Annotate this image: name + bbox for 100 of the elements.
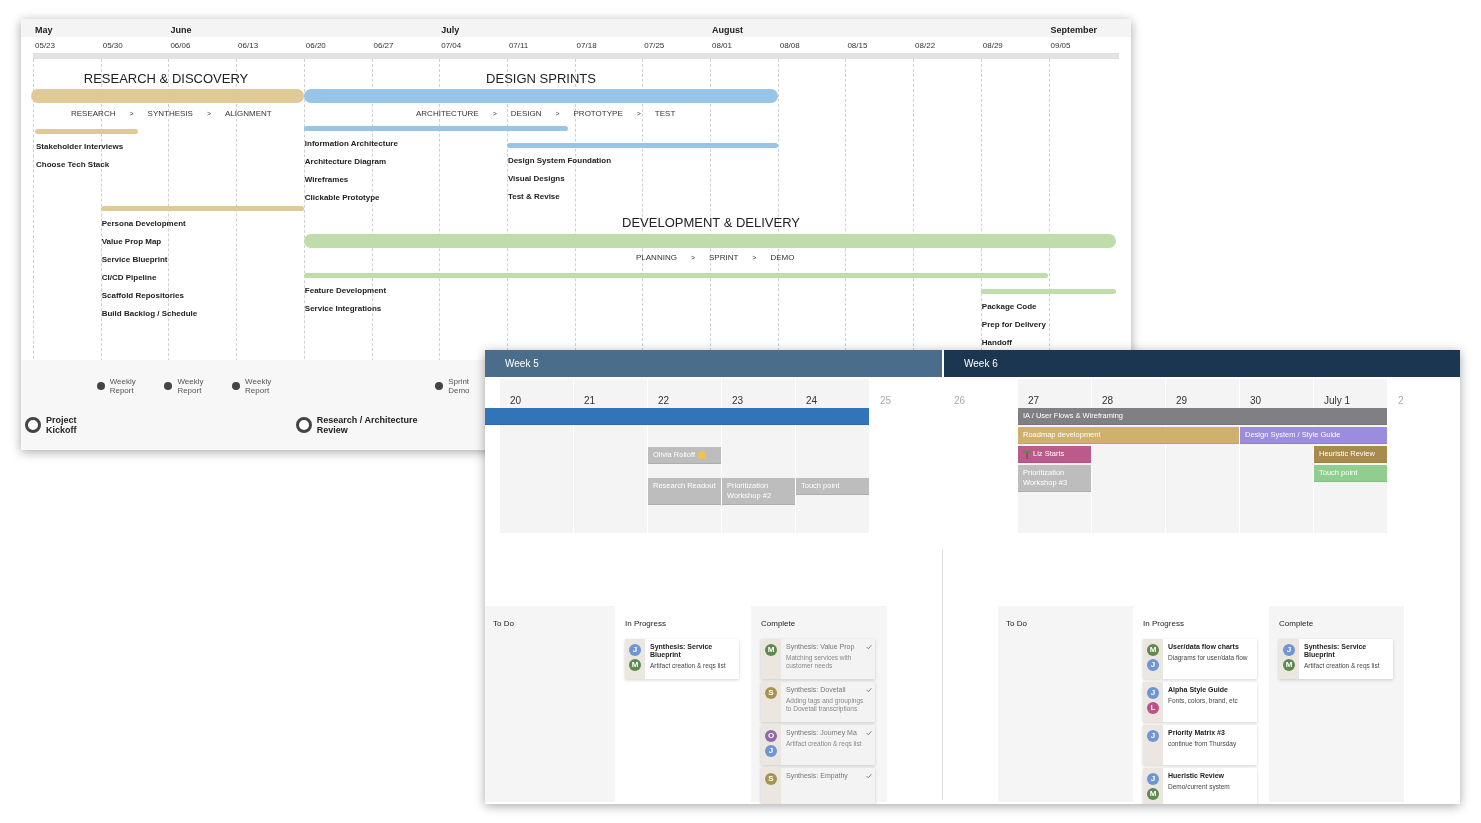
avatar: S [765,773,777,785]
calendar-event[interactable] [485,408,869,425]
column-title: To Do [493,618,515,630]
step-label: PROTOTYPE [573,108,623,120]
avatar: J [1147,659,1159,671]
task-label: Service Integrations [304,303,382,315]
step-label: DEMO [770,252,795,264]
task-label: Choose Tech Stack [36,159,110,171]
step-label: ARCHITECTURE [416,108,479,120]
milestone-label: Weekly Report [177,377,205,395]
task-label: Build Backlog / Schedule [101,308,198,320]
week-date: 08/29 [982,40,1003,52]
task-label: CI/CD Pipeline [101,272,157,284]
task-label: Wireframes [304,174,349,186]
column-title: Complete [1279,618,1315,630]
avatar: J [1283,644,1295,656]
week-date: 06/20 [305,40,326,52]
step-label: SYNTHESIS [147,108,193,120]
column-title: In Progress [1143,618,1185,630]
week-date: 08/01 [712,40,733,52]
day-label: 23 [732,395,744,406]
task-label: Stakeholder Interviews [36,141,124,153]
month-label: June [170,24,192,37]
day-label: 25 [880,395,892,406]
step-label: ALIGNMENT [225,108,272,120]
step-label: DESIGN [510,108,542,120]
task-label: Service Blueprint [101,254,168,266]
check-icon [866,773,872,779]
week-date: 08/15 [847,40,868,52]
week-date: 06/27 [373,40,394,52]
task-label: Test & Revise [507,191,560,203]
week-date: 08/22 [915,40,936,52]
week-date: 06/06 [170,40,191,52]
task-label: Architecture Diagram [304,156,387,168]
check-icon [866,687,872,693]
column-title: To Do [1006,618,1028,630]
task-label: Clickable Prototype [304,192,380,204]
avatar: M [765,644,777,656]
palm-tree-icon [1023,450,1031,459]
step-label: PLANNING [636,252,677,264]
day-label: 22 [658,395,670,406]
task-label: Scaffold Repositories [101,290,184,302]
week-date: 08/08 [779,40,800,52]
phase-title: DESIGN SPRINTS [486,70,596,88]
milestone-label: Weekly Report [245,377,273,395]
week-date: 07/18 [576,40,597,52]
avatar: M [1283,659,1295,671]
week-header: Week 5 [485,350,942,377]
day-label: 2 [1398,395,1404,406]
avatar: M [1147,644,1159,656]
check-icon [866,730,872,736]
day-label: 27 [1028,395,1040,406]
emoji-icon [697,451,706,459]
day-label: 21 [584,395,596,406]
step-label: RESEARCH [71,108,116,120]
week-date: 06/13 [238,40,259,52]
week-header: Week 6 [942,350,1460,377]
day-label: 20 [510,395,522,406]
task-label: Handoff [981,337,1012,349]
week-date: 05/30 [102,40,123,52]
avatar: S [765,687,777,699]
avatar: J [765,745,777,757]
milestone-label: Research / Architecture Review [316,415,419,435]
task-label: Prep for Delivery [981,319,1046,331]
milestone-label: Project Kickoff [46,415,78,435]
column-title: In Progress [625,618,667,630]
phase-title: RESEARCH & DISCOVERY [83,70,249,88]
milestone-label: Weekly Report [109,377,137,395]
milestone-label: Sprint Demo [448,377,471,395]
day-label: 30 [1250,395,1262,406]
task-label: Visual Designs [507,173,565,185]
day-label: 24 [806,395,818,406]
month-label: May [35,24,53,37]
avatar: J [1147,773,1159,785]
task-label: Feature Development [304,285,387,297]
month-label: August [712,24,743,37]
avatar: M [629,659,641,671]
month-label: July [441,24,460,37]
day-label: July 1 [1324,395,1351,406]
avatar: M [1147,788,1159,800]
avatar: L [1147,702,1159,714]
week-date: 07/11 [508,40,529,52]
avatar: J [1147,730,1159,742]
day-label: 28 [1102,395,1114,406]
step-label: TEST [654,108,676,120]
week-date: 07/25 [644,40,665,52]
phase-title: DEVELOPMENT & DELIVERY [622,214,800,232]
column-title: Complete [761,618,797,630]
task-label: Package Code [981,301,1037,313]
week-date: 07/04 [441,40,462,52]
step-label: SPRINT [709,252,739,264]
avatar: O [765,730,777,742]
month-label: September [1050,24,1098,37]
day-label: 29 [1176,395,1188,406]
avatar: J [629,644,641,656]
check-icon [866,644,872,650]
task-label: Information Architecture [304,138,398,150]
task-label: Persona Development [101,218,186,230]
avatar: J [1147,687,1159,699]
week-date: 05/23 [35,40,56,52]
